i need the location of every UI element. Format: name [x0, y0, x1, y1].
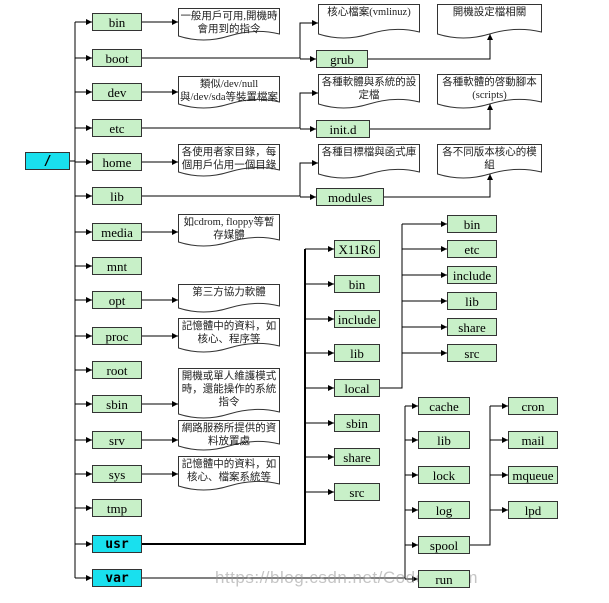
var-cache[interactable]: cache	[418, 397, 470, 415]
dir-tmp[interactable]: tmp	[92, 499, 142, 517]
connector-line	[470, 406, 491, 546]
note-etc: 各種軟體與系統的設定檔	[318, 74, 420, 110]
note-text: 核心檔案(vmlinuz)	[327, 7, 411, 18]
note-home: 各使用者家目錄，每個用戶佔用一個目錄	[178, 144, 280, 178]
usr-local[interactable]: local	[334, 379, 380, 397]
note-boot: 核心檔案(vmlinuz)	[318, 4, 420, 40]
note-text: 各使用者家目錄，每個用戶佔用一個目錄	[181, 147, 277, 171]
dir-sbin[interactable]: sbin	[92, 395, 142, 413]
note-text: 如cdrom, floppy等暫存媒體	[183, 217, 275, 241]
dir-opt[interactable]: opt	[92, 291, 142, 309]
var-lock[interactable]: lock	[418, 466, 470, 484]
note-bin: 一般用戶可用,開機時會用到的指令	[178, 8, 280, 42]
local-share[interactable]: share	[447, 318, 497, 336]
dir-modules[interactable]: modules	[316, 188, 384, 206]
var-lib[interactable]: lib	[418, 431, 470, 449]
dir-usr[interactable]: usr	[92, 535, 142, 553]
dir-dev[interactable]: dev	[92, 83, 142, 101]
note-text: 各不同版本核心的模組	[442, 147, 537, 171]
usr-share[interactable]: share	[334, 448, 380, 466]
connector-line	[380, 224, 403, 389]
note-opt: 第三方協力軟體	[178, 284, 280, 314]
dir-grub[interactable]: grub	[316, 50, 368, 68]
local-bin[interactable]: bin	[447, 215, 497, 233]
spool-cron[interactable]: cron	[508, 397, 558, 415]
var-log[interactable]: log	[418, 501, 470, 519]
dir-etc[interactable]: etc	[92, 119, 142, 137]
local-src[interactable]: src	[447, 344, 497, 362]
dir-var[interactable]: var	[92, 569, 142, 587]
note-text: 開機設定檔相關	[452, 7, 527, 18]
dir-lib[interactable]: lib	[92, 187, 142, 205]
usr-include[interactable]: include	[334, 310, 380, 328]
dir-sys[interactable]: sys	[92, 465, 142, 483]
note-text: 記憶體中的資料，如核心、程序等	[181, 321, 277, 345]
dir-bin[interactable]: bin	[92, 13, 142, 31]
var-spool[interactable]: spool	[418, 536, 470, 554]
root-dir[interactable]: /	[25, 152, 70, 170]
note-text: 第三方協力軟體	[192, 287, 266, 298]
dir-proc[interactable]: proc	[92, 327, 142, 345]
dir-mnt[interactable]: mnt	[92, 257, 142, 275]
spool-lpd[interactable]: lpd	[508, 501, 558, 519]
note-text: 各種目標檔與函式庫	[321, 147, 417, 158]
note-grub: 開機設定檔相關	[437, 4, 542, 40]
note-sbin: 開機或單人維護模式時，還能操作的系統指令	[178, 368, 280, 420]
dir-home[interactable]: home	[92, 153, 142, 171]
usr-src[interactable]: src	[334, 483, 380, 501]
note-modules: 各不同版本核心的模組	[437, 144, 542, 180]
note-init.d: 各種軟體的啓動腳本(scripts)	[437, 74, 542, 110]
usr-lib[interactable]: lib	[334, 344, 380, 362]
var-run[interactable]: run	[418, 570, 470, 588]
dir-media[interactable]: media	[92, 223, 142, 241]
note-text: 記憶體中的資料，如核心、檔案系統等	[181, 459, 277, 483]
note-text: 開機或單人維護模式時，還能操作的系統指令	[181, 371, 277, 408]
note-lib: 各種目標檔與函式庫	[318, 144, 420, 180]
note-text: 網路服務所提供的資料放置處	[181, 423, 277, 447]
note-text: 各種軟體的啓動腳本(scripts)	[442, 77, 537, 101]
note-sys: 記憶體中的資料，如核心、檔案系統等	[178, 456, 280, 492]
note-media: 如cdrom, floppy等暫存媒體	[178, 214, 280, 248]
local-lib[interactable]: lib	[447, 292, 497, 310]
dir-init.d[interactable]: init.d	[316, 120, 370, 138]
note-text: 類似/dev/null與/dev/sda等裝置檔案	[180, 79, 278, 103]
dir-boot[interactable]: boot	[92, 49, 142, 67]
local-etc[interactable]: etc	[447, 240, 497, 258]
dir-srv[interactable]: srv	[92, 431, 142, 449]
spool-mail[interactable]: mail	[508, 431, 558, 449]
usr-bin[interactable]: bin	[334, 275, 380, 293]
note-text: 各種軟體與系統的設定檔	[321, 77, 417, 101]
note-srv: 網路服務所提供的資料放置處	[178, 420, 280, 452]
note-text: 一般用戶可用,開機時會用到的指令	[180, 11, 278, 35]
note-proc: 記憶體中的資料，如核心、程序等	[178, 318, 280, 354]
note-dev: 類似/dev/null與/dev/sda等裝置檔案	[178, 76, 280, 110]
local-include[interactable]: include	[447, 266, 497, 284]
spool-mqueue[interactable]: mqueue	[508, 466, 558, 484]
usr-sbin[interactable]: sbin	[334, 414, 380, 432]
dir-root[interactable]: root	[92, 361, 142, 379]
filesystem-hierarchy-diagram: https://blog.csdn.net/CoderBoom / bin 一般用戶…	[0, 0, 609, 603]
usr-X11R6[interactable]: X11R6	[334, 240, 380, 258]
